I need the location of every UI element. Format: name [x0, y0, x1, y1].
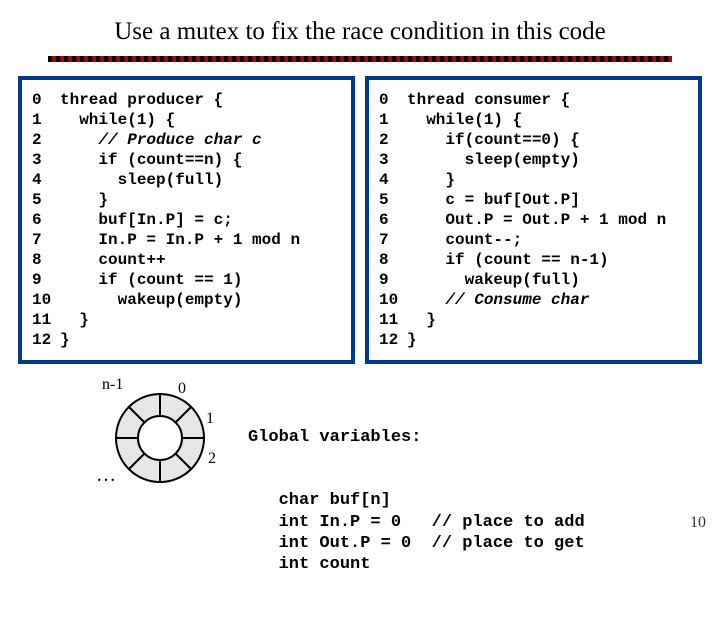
- producer-code: 0thread producer { 1 while(1) { 2 // Pro…: [32, 90, 341, 350]
- ring-label-0: 0: [178, 380, 186, 398]
- producer-codebox: 0thread producer { 1 while(1) { 2 // Pro…: [18, 76, 355, 364]
- page-number: 10: [690, 514, 706, 532]
- ring-label-2: 2: [208, 450, 216, 468]
- globals-body: char buf[n] int In.P = 0 // place to add…: [248, 490, 585, 575]
- ring-ellipsis: …: [96, 464, 116, 487]
- ring-label-1: 1: [206, 410, 214, 428]
- ring-buffer-diagram: n-1 0 1 2 …: [90, 378, 230, 508]
- globals-header: Global variables:: [248, 427, 585, 448]
- ring-label-n-1: n-1: [102, 376, 123, 394]
- title-underline: [48, 56, 672, 62]
- bottom-row: n-1 0 1 2 … Global variables: char buf[n…: [0, 364, 720, 618]
- slide-title: Use a mutex to fix the race condition in…: [0, 0, 720, 52]
- globals-block: Global variables: char buf[n] int In.P =…: [248, 378, 585, 618]
- consumer-codebox: 0thread consumer { 1 while(1) { 2 if(cou…: [365, 76, 702, 364]
- consumer-code: 0thread consumer { 1 while(1) { 2 if(cou…: [379, 90, 688, 350]
- code-row: 0thread producer { 1 while(1) { 2 // Pro…: [0, 76, 720, 364]
